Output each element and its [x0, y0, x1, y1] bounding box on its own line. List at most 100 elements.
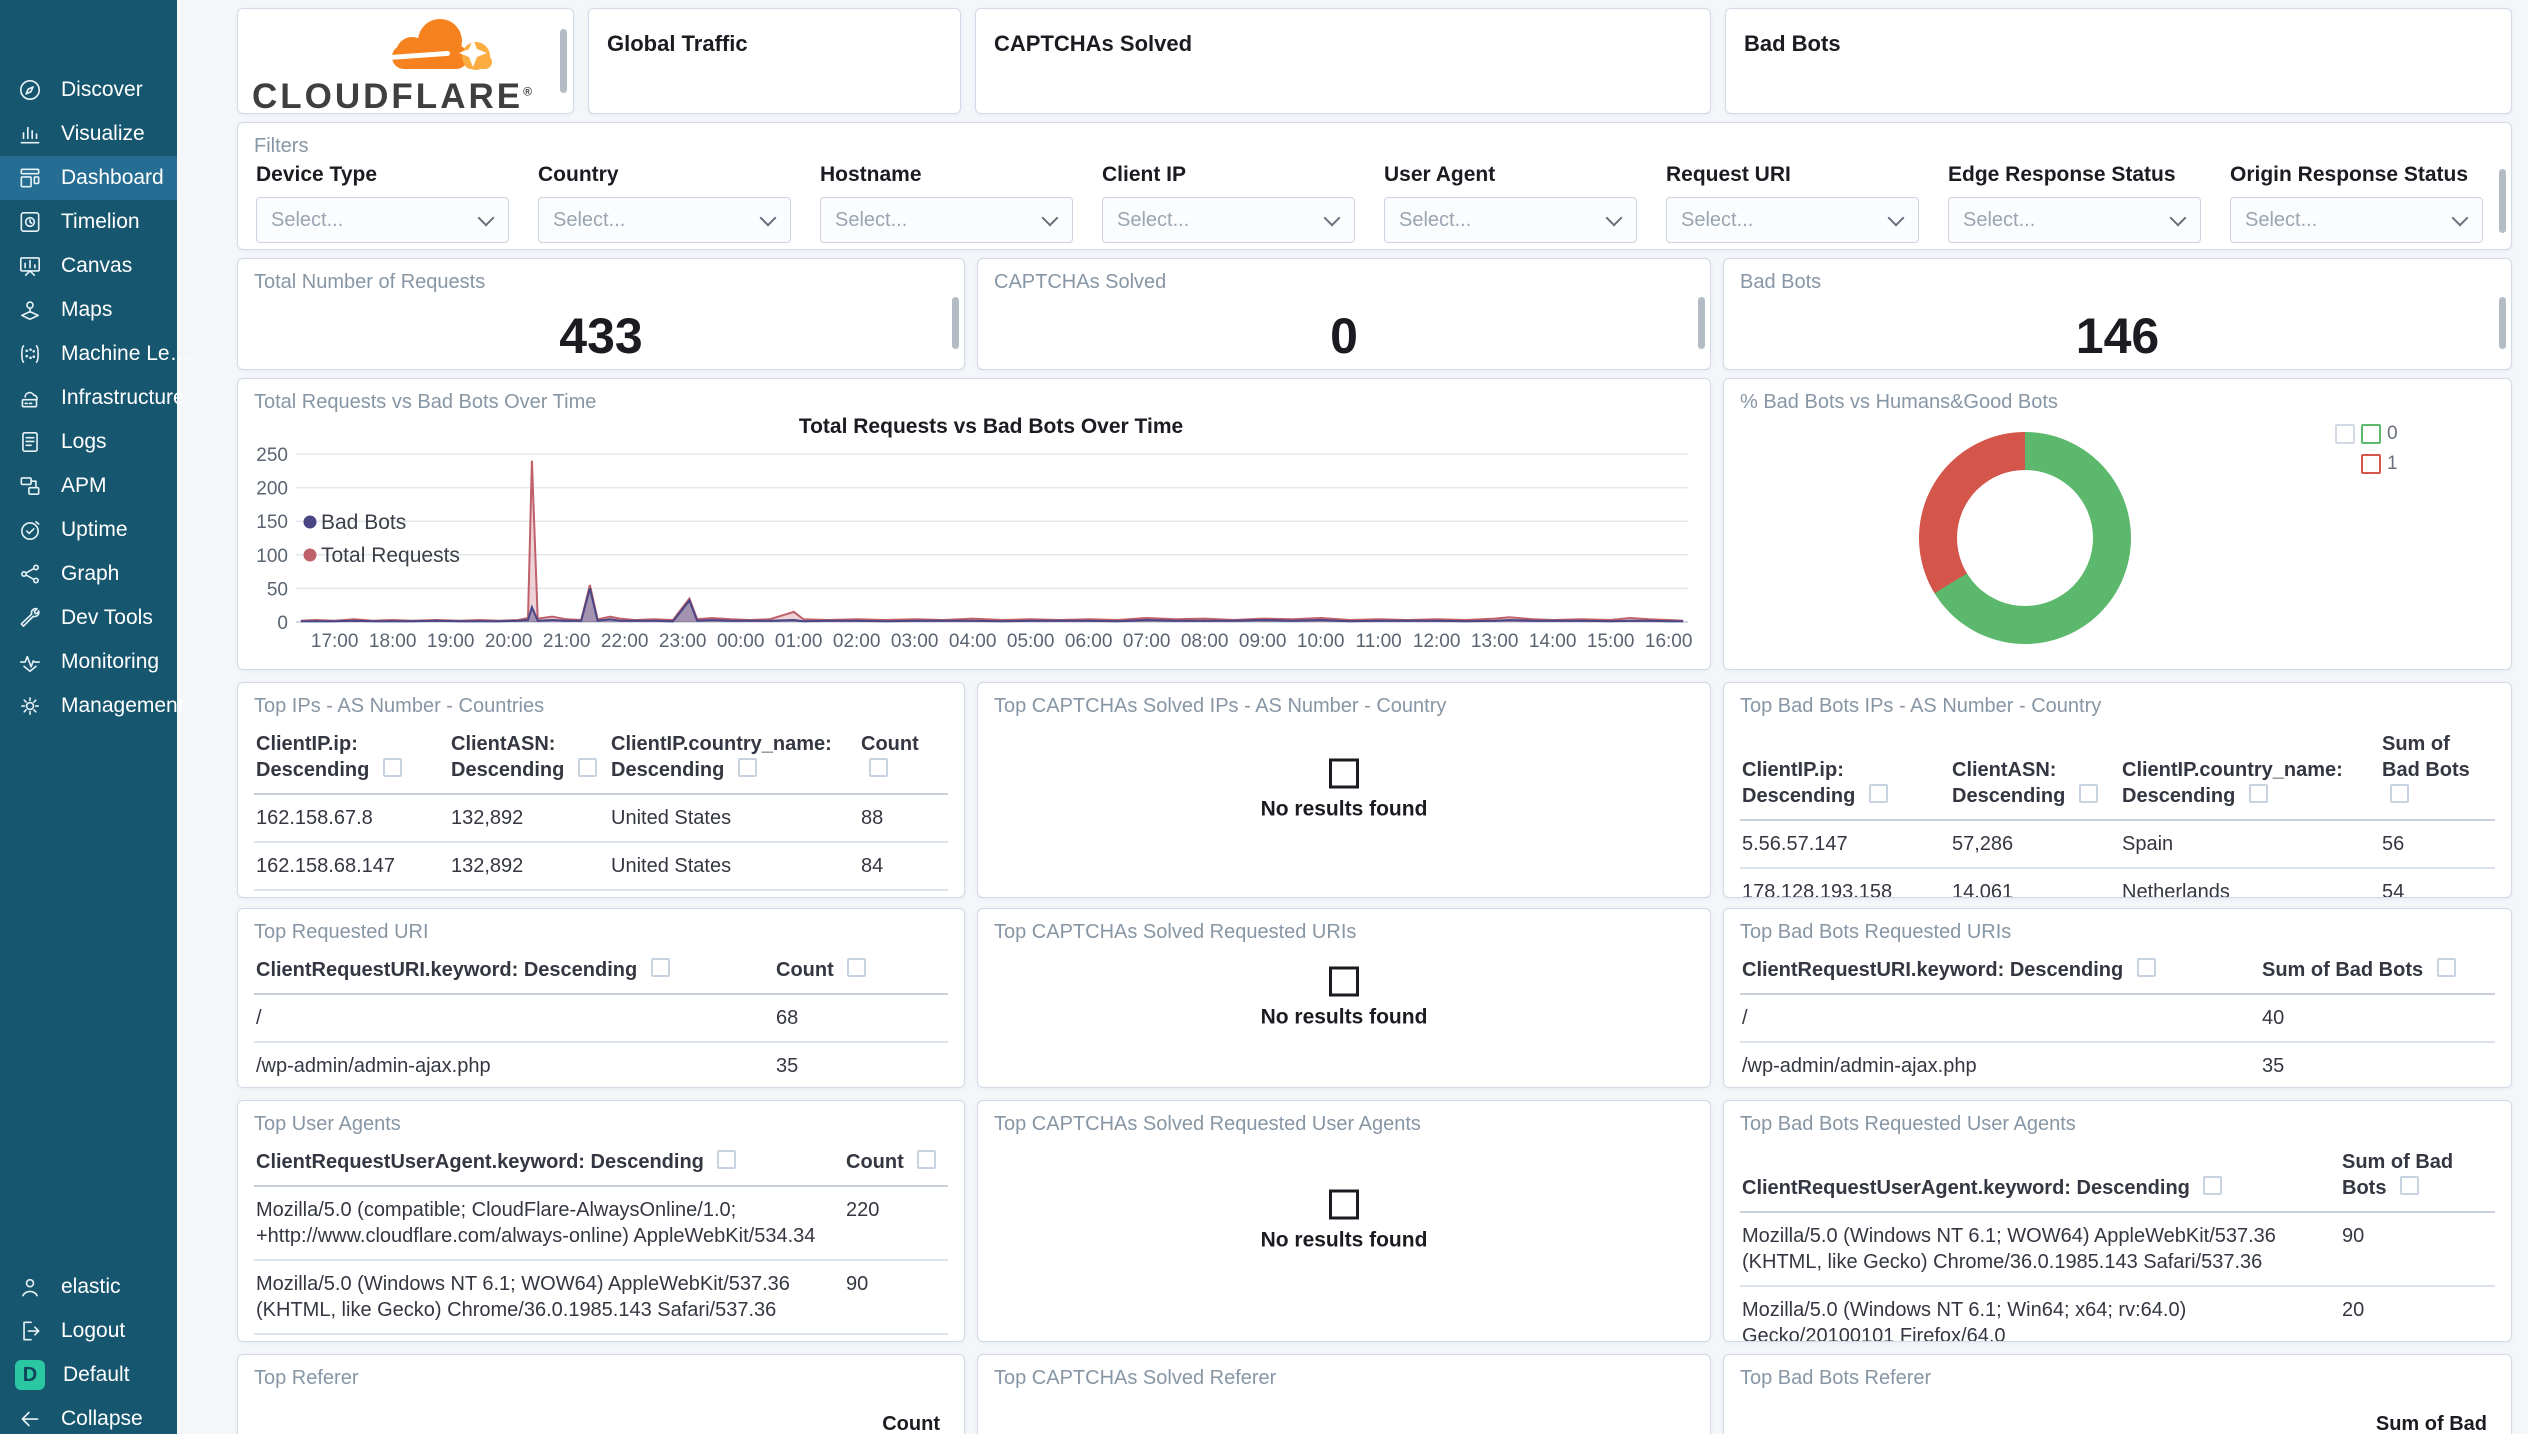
column-header[interactable]: Sum of Bad Bots — [2260, 949, 2495, 995]
column-header[interactable]: ClientASN: Descending — [449, 723, 609, 795]
sort-icon[interactable] — [2390, 784, 2409, 803]
sort-icon[interactable] — [847, 958, 867, 977]
sort-icon[interactable] — [737, 758, 757, 777]
sidebar-item-logout[interactable]: Logout — [0, 1309, 177, 1353]
metric-scrollbar[interactable] — [1698, 297, 1705, 349]
sidebar-item-collapse[interactable]: Collapse — [0, 1397, 177, 1434]
no-results-icon — [1329, 1189, 1359, 1220]
sidebar-item-machine-le[interactable]: Machine Le… — [0, 332, 191, 376]
chart-legend-item[interactable]: Total Requests — [303, 544, 460, 567]
filter-select-user-agent[interactable]: Select... — [1384, 197, 1637, 243]
column-header[interactable]: ClientRequestURI.keyword: Descending — [254, 949, 774, 995]
table-cell: 40 — [2260, 994, 2495, 1043]
maps-icon — [17, 297, 43, 323]
column-header[interactable]: ClientASN: Descending — [1950, 723, 2120, 821]
sort-icon[interactable] — [2248, 784, 2268, 803]
column-header[interactable]: ClientRequestUserAgent.keyword: Descendi… — [254, 1141, 844, 1187]
sort-icon[interactable] — [382, 758, 402, 777]
filter-select-country[interactable]: Select... — [538, 197, 791, 243]
filter-select-origin-response-status[interactable]: Select... — [2230, 197, 2483, 243]
sidebar-item-label: Machine Le… — [61, 342, 191, 365]
sidebar-item-canvas[interactable]: Canvas — [0, 244, 177, 288]
filter-select-device-type[interactable]: Select... — [256, 197, 509, 243]
chart-legend-item[interactable]: Bad Bots — [303, 511, 407, 534]
column-header[interactable]: Count — [844, 1141, 948, 1187]
filters-scrollbar[interactable] — [2499, 169, 2506, 233]
sidebar-item-discover[interactable]: Discover — [0, 68, 177, 112]
filter-label: Origin Response Status — [2230, 163, 2469, 186]
filter-field-hostname: Hostname Select... — [820, 163, 1073, 243]
panel-bad-bots-ips: Top Bad Bots IPs - AS Number - Country Cl… — [1723, 682, 2512, 898]
sort-icon[interactable] — [2203, 1176, 2223, 1195]
sidebar-item-uptime[interactable]: Uptime — [0, 508, 177, 552]
sidebar-item-default[interactable]: D Default — [0, 1353, 177, 1397]
sort-icon[interactable] — [869, 758, 888, 777]
svg-text:150: 150 — [256, 512, 288, 533]
sort-icon[interactable] — [2400, 1176, 2419, 1195]
sort-icon[interactable] — [2436, 958, 2456, 977]
table-panel-title: Top Bad Bots Referer — [1740, 1367, 1932, 1389]
table-cell: 57,286 — [449, 890, 609, 897]
table-panel-title: Top Bad Bots Requested User Agents — [1740, 1113, 2076, 1135]
column-header[interactable]: ClientIP.ip: Descending — [254, 723, 449, 795]
donut-legend-item-0[interactable]: 0 — [2335, 423, 2403, 445]
chevron-down-icon — [2169, 209, 2187, 227]
donut-legend-item-1[interactable]: 1 — [2361, 453, 2403, 475]
sort-icon[interactable] — [917, 1150, 937, 1169]
filter-select-client-ip[interactable]: Select... — [1102, 197, 1355, 243]
table-panel-title: Top CAPTCHAs Solved IPs - AS Number - Co… — [994, 695, 1447, 717]
column-header[interactable]: Sum of Bad Bots — [2380, 723, 2495, 821]
column-header[interactable]: Count — [774, 949, 948, 995]
column-header[interactable]: Count — [859, 723, 948, 795]
sidebar-item-elastic[interactable]: elastic — [0, 1265, 177, 1309]
sort-icon[interactable] — [1868, 784, 1888, 803]
visualize-icon — [17, 121, 43, 147]
no-results-message: No results found — [978, 758, 1710, 822]
sidebar-item-visualize[interactable]: Visualize — [0, 112, 177, 156]
sidebar-item-graph[interactable]: Graph — [0, 552, 177, 596]
logo-panel-scrollbar[interactable] — [560, 29, 567, 93]
svg-text:200: 200 — [256, 479, 288, 500]
data-table: ClientRequestURI.keyword: Descending Sum… — [1740, 949, 2495, 1087]
column-header[interactable]: Sum of Bad — [2376, 1413, 2487, 1434]
table-panel-title: Top Bad Bots IPs - AS Number - Country — [1740, 695, 2102, 717]
discover-icon — [17, 77, 43, 103]
panel-metric-bad-bots: Bad Bots 146 — [1723, 258, 2512, 370]
sidebar-item-timelion[interactable]: Timelion — [0, 200, 177, 244]
table-cell: 178.128.193.158 — [1740, 868, 1950, 897]
column-header[interactable]: ClientIP.country_name: Descending — [2120, 723, 2380, 821]
panel-cloudflare-logo: CLOUDFLARE® — [237, 8, 574, 114]
metric-scrollbar[interactable] — [952, 297, 959, 349]
sidebar-item-dashboard[interactable]: Dashboard — [0, 156, 177, 200]
column-header[interactable]: ClientRequestURI.keyword: Descending — [1740, 949, 2260, 995]
svg-text:22:00: 22:00 — [601, 631, 649, 652]
column-header[interactable]: ClientIP.ip: Descending — [1740, 723, 1950, 821]
filter-select-edge-response-status[interactable]: Select... — [1948, 197, 2201, 243]
sidebar-item-management[interactable]: Management — [0, 684, 184, 728]
sidebar-item-logs[interactable]: Logs — [0, 420, 177, 464]
filter-label: User Agent — [1384, 163, 1496, 186]
sidebar-item-dev-tools[interactable]: Dev Tools — [0, 596, 177, 640]
column-header[interactable]: ClientRequestUserAgent.keyword: Descendi… — [1740, 1141, 2340, 1213]
sort-icon[interactable] — [2078, 784, 2098, 803]
sidebar-item-label: Dev Tools — [61, 606, 153, 629]
metric-scrollbar[interactable] — [2499, 297, 2506, 349]
sidebar-item-maps[interactable]: Maps — [0, 288, 177, 332]
svg-text:19:00: 19:00 — [427, 631, 475, 652]
sort-icon[interactable] — [650, 958, 670, 977]
sort-icon[interactable] — [717, 1150, 737, 1169]
table-row: /40 — [1740, 994, 2495, 1043]
svg-text:21:00: 21:00 — [543, 631, 591, 652]
filter-select-request-uri[interactable]: Select... — [1666, 197, 1919, 243]
filter-select-hostname[interactable]: Select... — [820, 197, 1073, 243]
column-header[interactable]: ClientIP.country_name: Descending — [609, 723, 859, 795]
chevron-down-icon — [1041, 209, 1059, 227]
sidebar-item-monitoring[interactable]: Monitoring — [0, 640, 177, 684]
sidebar-item-apm[interactable]: APM — [0, 464, 177, 508]
sidebar-item-infrastructure[interactable]: Infrastructure — [0, 376, 185, 420]
column-header[interactable]: Count — [882, 1413, 940, 1434]
sort-icon[interactable] — [2136, 958, 2156, 977]
table-row: 162.158.67.8 132,892 United States 88 — [254, 794, 948, 843]
sort-icon[interactable] — [577, 758, 597, 777]
column-header[interactable]: Sum of Bad Bots — [2340, 1141, 2495, 1213]
